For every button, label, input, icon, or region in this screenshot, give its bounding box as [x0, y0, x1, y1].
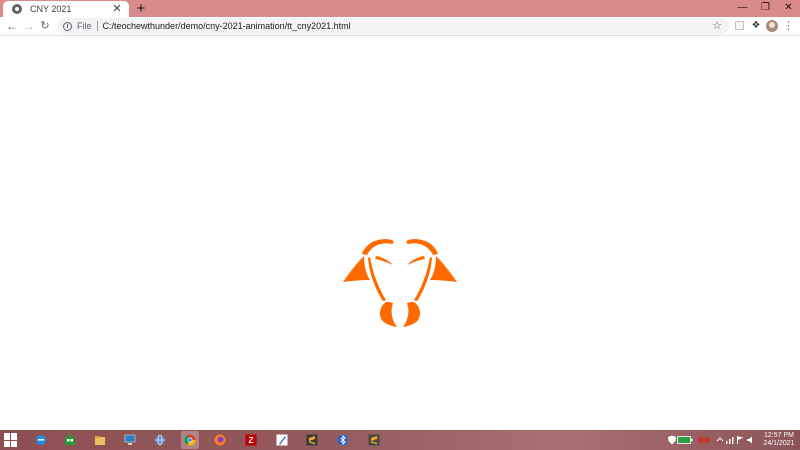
- minimize-button[interactable]: —: [731, 0, 754, 15]
- left-cheek-icon: [368, 257, 386, 301]
- left-horn-icon: [362, 239, 394, 255]
- info-icon[interactable]: i: [63, 21, 72, 31]
- chrome-icon: [184, 434, 196, 446]
- right-brow-icon: [407, 256, 425, 265]
- chevron-up-icon[interactable]: [715, 435, 725, 445]
- right-muzzle-icon: [403, 302, 421, 327]
- svg-text:Z: Z: [249, 436, 254, 445]
- taskbar-ie[interactable]: [32, 431, 50, 449]
- system-tray: [666, 430, 760, 450]
- taskbar-bluetooth[interactable]: [334, 431, 352, 449]
- monitor-icon: [124, 434, 136, 445]
- left-muzzle-icon: [379, 302, 397, 327]
- left-ear-icon: [343, 256, 370, 282]
- globe-favicon-icon: [12, 4, 22, 14]
- clock-time: 12:57 PM: [764, 432, 794, 439]
- sublime-text-icon: [368, 434, 380, 446]
- url-text[interactable]: C:/teochewthunder/demo/cny-2021-animatio…: [103, 21, 351, 31]
- pen-icon: [276, 434, 288, 446]
- window-controls: — ❐ ✕: [731, 0, 800, 15]
- taskbar-firefox[interactable]: [211, 431, 229, 449]
- divider: [96, 21, 98, 31]
- start-button[interactable]: [4, 433, 18, 447]
- taskbar-sublime[interactable]: [303, 431, 321, 449]
- new-tab-button[interactable]: +: [134, 1, 148, 16]
- taskbar-clock[interactable]: 12:57 PM 24/1/2021: [760, 432, 798, 448]
- tab-title: CNY 2021: [30, 4, 72, 14]
- star-icon[interactable]: ☆: [712, 19, 722, 33]
- network-icon[interactable]: [725, 435, 735, 445]
- taskbar-filezilla[interactable]: Z: [242, 431, 260, 449]
- taskbar-sublime-2[interactable]: [365, 431, 383, 449]
- firefox-icon: [214, 434, 226, 446]
- ox-head-logo: [343, 239, 457, 327]
- filezilla-icon: Z: [245, 434, 257, 446]
- left-brow-icon: [375, 256, 393, 265]
- right-ear-icon: [430, 256, 457, 282]
- page-content: [0, 37, 800, 430]
- title-bar: CNY 2021 ✕ + — ❐ ✕: [0, 0, 800, 17]
- forward-arrow-icon[interactable]: →: [22, 19, 36, 33]
- tab-close-icon[interactable]: ✕: [111, 3, 123, 15]
- taskbar-notepad-pen[interactable]: [273, 431, 291, 449]
- taskbar-file-explorer[interactable]: [91, 431, 109, 449]
- battery-icon[interactable]: [677, 435, 693, 445]
- scheme-label: File: [77, 21, 92, 31]
- taskbar-chrome[interactable]: [181, 431, 199, 449]
- folder-icon: [95, 436, 105, 445]
- browser-toolbar: ← → ↻ i File C:/teochewthunder/demo/cny-…: [0, 17, 800, 36]
- taskbar-network[interactable]: [151, 431, 169, 449]
- clock-date: 24/1/2021: [763, 440, 795, 447]
- back-arrow-icon[interactable]: ←: [5, 19, 19, 33]
- close-window-button[interactable]: ✕: [777, 0, 800, 15]
- puzzle-icon[interactable]: ❖: [750, 19, 762, 33]
- volume-icon[interactable]: [746, 435, 756, 445]
- taskbar-store[interactable]: [61, 431, 79, 449]
- right-cheek-icon: [414, 257, 432, 301]
- maximize-button[interactable]: ❐: [754, 0, 777, 15]
- more-menu-icon[interactable]: ⋮: [783, 19, 794, 33]
- shield-icon[interactable]: [667, 435, 677, 445]
- right-horn-icon: [406, 239, 438, 255]
- avatar[interactable]: [766, 20, 778, 32]
- app-tray-icon[interactable]: [697, 435, 711, 445]
- taskbar: Z 12:57 PM 24/1/2021: [0, 430, 800, 450]
- internet-explorer-icon: [36, 435, 46, 445]
- tab-cny-2021[interactable]: CNY 2021 ✕: [3, 1, 129, 17]
- taskbar-remote-desktop[interactable]: [121, 431, 139, 449]
- extension-icon[interactable]: [735, 21, 744, 30]
- store-icon: [65, 434, 75, 445]
- sublime-text-icon: [306, 434, 318, 446]
- globe-icon: [155, 434, 165, 446]
- flag-icon[interactable]: [735, 435, 745, 445]
- reload-icon[interactable]: ↻: [38, 19, 52, 33]
- bluetooth-icon: [337, 434, 349, 446]
- address-bar[interactable]: i File C:/teochewthunder/demo/cny-2021-a…: [57, 18, 729, 34]
